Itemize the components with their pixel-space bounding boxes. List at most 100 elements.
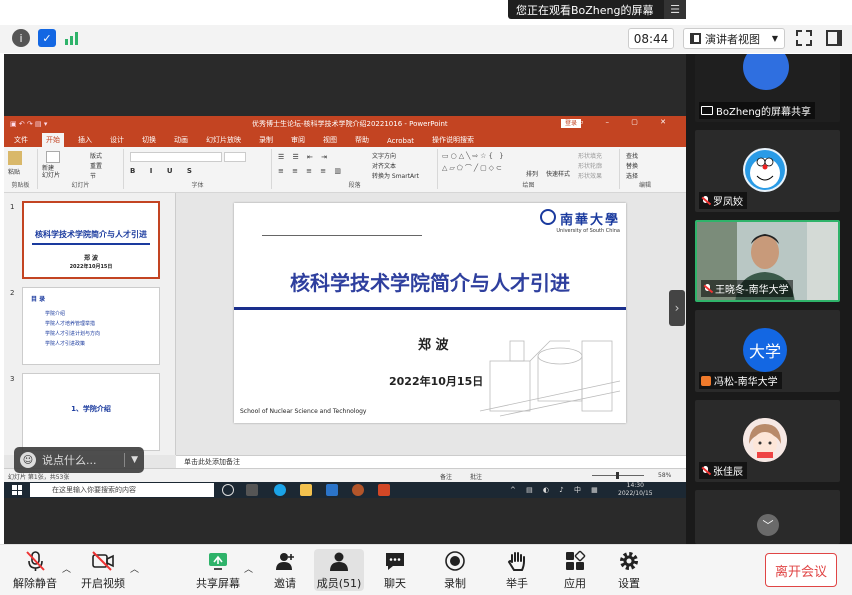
participant-tile[interactable]: 大学 冯松-南华大学 [695,310,840,392]
new-slide-button[interactable]: 新建 幻灯片 [42,165,60,179]
chevron-up-icon[interactable]: ︿ [130,562,139,575]
arrange-button[interactable]: 排列 [526,169,538,178]
slide-thumbnail-3[interactable]: 1、学院介绍 [22,373,160,451]
tab-tell-me[interactable]: 操作说明搜索 [428,135,478,147]
tab-review[interactable]: 审阅 [287,135,309,147]
window-controls[interactable]: ▭ – ▢ ✕ [577,118,676,126]
record-button[interactable]: 录制 [440,549,470,591]
participant-name: 王晓冬-南华大学 [715,285,789,296]
tab-acrobat[interactable]: Acrobat [383,137,418,147]
divider [124,453,126,467]
tab-animations[interactable]: 动画 [170,135,192,147]
layout-grid-icon[interactable]: ☰ [664,0,686,19]
participant-tile-video[interactable]: 王晓冬-南华大学 [695,220,840,302]
fullscreen-icon[interactable] [796,30,812,46]
chevron-up-icon[interactable]: ︿ [244,562,253,575]
comments-button[interactable]: 批注 [470,472,482,481]
ppt-title-bar: ▣ ↶ ↷ ▤ ▾ 优秀博士生论坛-核科学技术学院介绍20221016 - Po… [4,116,686,132]
share-screen-button[interactable]: 共享屏幕 [196,549,240,591]
members-button[interactable]: 成员(51) [314,549,364,591]
chevron-down-icon[interactable]: ▼ [131,455,138,465]
shield-icon[interactable]: ✓ [38,29,56,47]
chat-input-overlay[interactable]: ☺ 说点什么... ▼ [14,447,144,473]
widgets-icon[interactable] [246,484,258,496]
file-explorer-icon[interactable] [300,484,312,496]
font-family-select[interactable] [130,152,222,162]
info-icon[interactable]: i [12,29,30,47]
chat-button[interactable]: 聊天 [380,549,410,591]
leave-meeting-button[interactable]: 离开会议 [765,553,837,587]
windows-start-icon[interactable] [12,485,22,495]
notes-button[interactable]: 备注 [440,472,452,481]
notes-pane[interactable]: 单击此处添加备注 [176,455,686,468]
zoom-slider-knob[interactable] [616,472,619,479]
participant-tile-share[interactable]: BoZheng的屏幕共享 [695,54,840,122]
tab-record[interactable]: 录制 [255,135,277,147]
tab-insert[interactable]: 插入 [74,135,96,147]
smartart-button[interactable]: 转换为 SmartArt [372,171,419,180]
taskbar-search-input[interactable]: 在这里输入你要搜索的内容 [30,483,214,497]
slide-thumbnail-1[interactable]: 核科学技术学院简介与人才引进 郑 波 2022年10月15日 [22,201,160,279]
participant-name: 冯松-南华大学 [714,377,778,388]
layout-button[interactable]: 版式 [90,151,102,160]
paste-icon[interactable] [8,151,22,165]
shape-effects-button[interactable]: 形状效果 [578,171,602,180]
view-mode-dropdown[interactable]: 演讲者视图 ▼ [683,28,785,49]
powerpoint-icon[interactable] [378,484,390,496]
quick-styles-button[interactable]: 快速样式 [546,169,570,178]
tab-help[interactable]: 帮助 [351,135,373,147]
participant-tile[interactable]: 罗凤姣 [695,130,840,212]
members-icon [327,550,351,572]
shapes-gallery[interactable]: ▭○△╲⇨☆{ } [442,152,506,160]
chevron-down-icon[interactable]: ﹀ [757,514,779,536]
shapes-gallery-row2[interactable]: △▱⬠⌒╱▢◇⊂ [442,163,504,173]
unmute-button[interactable]: 解除静音 [12,549,58,591]
text-direction-button[interactable]: 文字方向 [372,151,396,160]
start-video-button[interactable]: 开启视频 [80,549,126,591]
quick-access-icons[interactable]: ▣ ↶ ↷ ▤ ▾ [10,120,47,128]
chat-label: 聊天 [384,577,406,590]
taskbar-clock[interactable]: 14:30 2022/10/15 [618,482,653,498]
slides-label: 幻灯片 [71,182,90,189]
replace-button[interactable]: 替换 [626,161,638,170]
chevron-right-icon[interactable]: › [669,290,685,326]
tab-design[interactable]: 设计 [106,135,128,147]
zoom-app-icon[interactable] [326,484,338,496]
select-button[interactable]: 选择 [626,171,638,180]
app-icon[interactable] [352,484,364,496]
new-slide-icon[interactable] [46,151,60,163]
sidebar-toggle-icon[interactable] [826,30,842,46]
font-size-select[interactable] [224,152,246,162]
tab-transitions[interactable]: 切换 [138,135,160,147]
tray-icons[interactable]: ^ ▤ ◐ ♪ 中 ▦ [510,485,602,495]
chat-placeholder: 说点什么... [42,454,97,467]
shape-fill-button[interactable]: 形状填充 [578,151,602,160]
emoji-icon[interactable]: ☺ [20,452,36,468]
signal-icon[interactable] [63,29,81,47]
align-buttons[interactable]: ≡ ≡ ≡ ≡ ▥ [278,167,344,175]
list-buttons[interactable]: ☰ ☰ ⇤ ⇥ [278,153,330,161]
task-view-icon[interactable] [222,484,234,496]
zoom-level[interactable]: 58% [658,472,671,479]
current-slide[interactable]: 南華大學 University of South China 核科学技术学院简介… [234,203,626,423]
slide-thumbnail-2[interactable]: 目 录 学院介绍 学院人才培养管理举措 学院人才引进计划与方向 学院人才引进政策 [22,287,160,365]
tab-slideshow[interactable]: 幻灯片放映 [202,135,245,147]
chevron-up-icon[interactable]: ︿ [62,562,71,575]
section-button[interactable]: 节 [90,171,96,180]
tab-file[interactable]: 文件 [10,135,32,147]
align-text-button[interactable]: 对齐文本 [372,161,396,170]
tab-view[interactable]: 视图 [319,135,341,147]
settings-button[interactable]: 设置 [614,549,644,591]
edge-icon[interactable] [274,484,286,496]
ppt-window-title: 优秀博士生论坛-核科学技术学院介绍20221016 - PowerPoint [252,120,448,128]
participant-tile[interactable]: 张佳辰 [695,400,840,482]
find-button[interactable]: 查找 [626,151,638,160]
invite-button[interactable]: 邀请 [268,549,302,591]
apps-button[interactable]: 应用 [560,549,590,591]
font-style-buttons[interactable]: B I U S [130,167,198,175]
paste-button[interactable]: 粘贴 [8,167,20,176]
reset-button[interactable]: 重置 [90,161,102,170]
shape-outline-button[interactable]: 形状轮廓 [578,161,602,170]
tab-home[interactable]: 开始 [42,133,64,147]
raise-hand-button[interactable]: 举手 [502,549,532,591]
